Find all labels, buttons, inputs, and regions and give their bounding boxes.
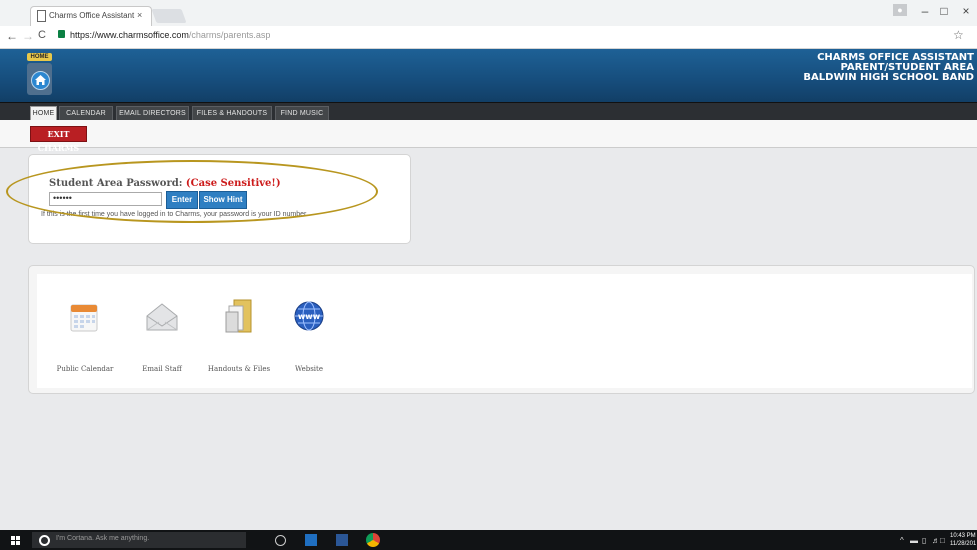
quick-link-label: Public Calendar [56, 365, 114, 373]
cortana-placeholder: I'm Cortana. Ask me anything. [56, 535, 150, 542]
maximize-icon[interactable]: □ [934, 4, 954, 18]
quick-link-label: Website [294, 365, 324, 373]
back-icon[interactable]: ← [6, 29, 18, 43]
tab-files-handouts[interactable]: FILES & HANDOUTS [192, 106, 272, 121]
quick-links-panel: Public Calendar Email Staff Handouts & F… [28, 265, 975, 394]
forward-icon[interactable]: → [22, 29, 34, 43]
exit-bar: EXIT CHARMS [0, 120, 977, 153]
calendar-icon [70, 304, 98, 332]
quick-link-public-calendar[interactable]: Public Calendar [45, 274, 125, 384]
quick-link-handouts-files[interactable]: Handouts & Files [199, 274, 279, 384]
windows-taskbar: I'm Cortana. Ask me anything. ^ ▬ ▯ ♬ □ … [0, 530, 977, 550]
notification-icon[interactable]: □ [940, 536, 945, 545]
home-badge-label: HOME [27, 53, 52, 61]
reload-icon[interactable]: C [38, 29, 46, 41]
tab-home[interactable]: HOME [30, 106, 57, 121]
header-titles: CHARMS OFFICE ASSISTANT PARENT/STUDENT A… [803, 53, 974, 83]
tab-find-music[interactable]: FIND MUSIC [275, 106, 329, 121]
address-bar[interactable]: https://www.charmsoffice.com/charms/pare… [58, 29, 938, 45]
main-tab-nav: HOME CALENDAR EMAIL DIRECTORS FILES & HA… [0, 102, 977, 121]
quick-link-label: Handouts & Files [207, 365, 271, 373]
battery-icon[interactable]: ▯ [922, 536, 926, 545]
profile-icon[interactable]: ● [893, 4, 907, 16]
clock-date: 11/28/201 [950, 541, 977, 547]
window-close-icon[interactable]: × [956, 4, 976, 18]
url-host: https://www.charmsoffice.com [70, 30, 189, 40]
login-panel: Student Area Password: (Case Sensitive!)… [6, 154, 411, 244]
home-icon [31, 71, 50, 90]
browser-tab[interactable]: Charms Office Assistant × [30, 6, 152, 27]
browser-tab-title: Charms Office Assistant [49, 11, 135, 20]
site-header: HOME CHARMS OFFICE ASSISTANT PARENT/STUD… [0, 49, 977, 102]
header-line-school: BALDWIN HIGH SCHOOL BAND [803, 72, 974, 83]
windows-start-icon[interactable] [11, 536, 20, 545]
tray-chevron-icon[interactable]: ^ [900, 536, 904, 545]
word-icon[interactable] [336, 534, 348, 546]
url-text: https://www.charmsoffice.com/charms/pare… [70, 30, 270, 40]
quick-link-website[interactable]: www Website [269, 274, 349, 384]
bookmark-star-icon[interactable]: ☆ [953, 28, 964, 42]
globe-icon: www [294, 301, 324, 331]
page-icon [37, 10, 46, 22]
quick-links-inner: Public Calendar Email Staff Handouts & F… [37, 274, 972, 388]
network-icon[interactable]: ▬ [910, 536, 918, 545]
minimize-icon[interactable]: – [915, 4, 935, 18]
taskbar-clock[interactable]: 10:43 PM 11/28/201 [950, 532, 976, 548]
home-badge[interactable]: HOME [27, 53, 52, 97]
svg-text:www: www [298, 312, 321, 321]
browser-toolbar: ← → C https://www.charmsoffice.com/charm… [0, 26, 977, 49]
lock-icon [58, 30, 65, 38]
new-tab-button[interactable] [151, 9, 187, 23]
annotation-ellipse [6, 160, 378, 223]
quick-link-label: Email Staff [142, 365, 182, 373]
tab-calendar[interactable]: CALENDAR [59, 106, 113, 121]
exit-charms-button[interactable]: EXIT CHARMS [30, 126, 87, 153]
home-icon-box [27, 63, 52, 95]
tab-close-icon[interactable]: × [137, 10, 142, 20]
quick-link-email-staff[interactable]: Email Staff [122, 274, 202, 384]
clock-time: 10:43 PM [950, 533, 976, 539]
browser-tab-strip: Charms Office Assistant × ● – □ × [0, 0, 977, 27]
envelope-icon [146, 303, 178, 331]
cortana-icon [39, 535, 50, 546]
outlook-icon[interactable] [305, 534, 317, 546]
tab-email-directors[interactable]: EMAIL DIRECTORS [116, 106, 189, 121]
chrome-icon[interactable] [366, 533, 380, 547]
folder-icon [225, 299, 252, 333]
task-view-icon[interactable] [275, 535, 286, 546]
url-path: /charms/parents.asp [188, 30, 271, 40]
cortana-search-box[interactable]: I'm Cortana. Ask me anything. [32, 532, 246, 548]
volume-icon[interactable]: ♬ [932, 536, 940, 545]
